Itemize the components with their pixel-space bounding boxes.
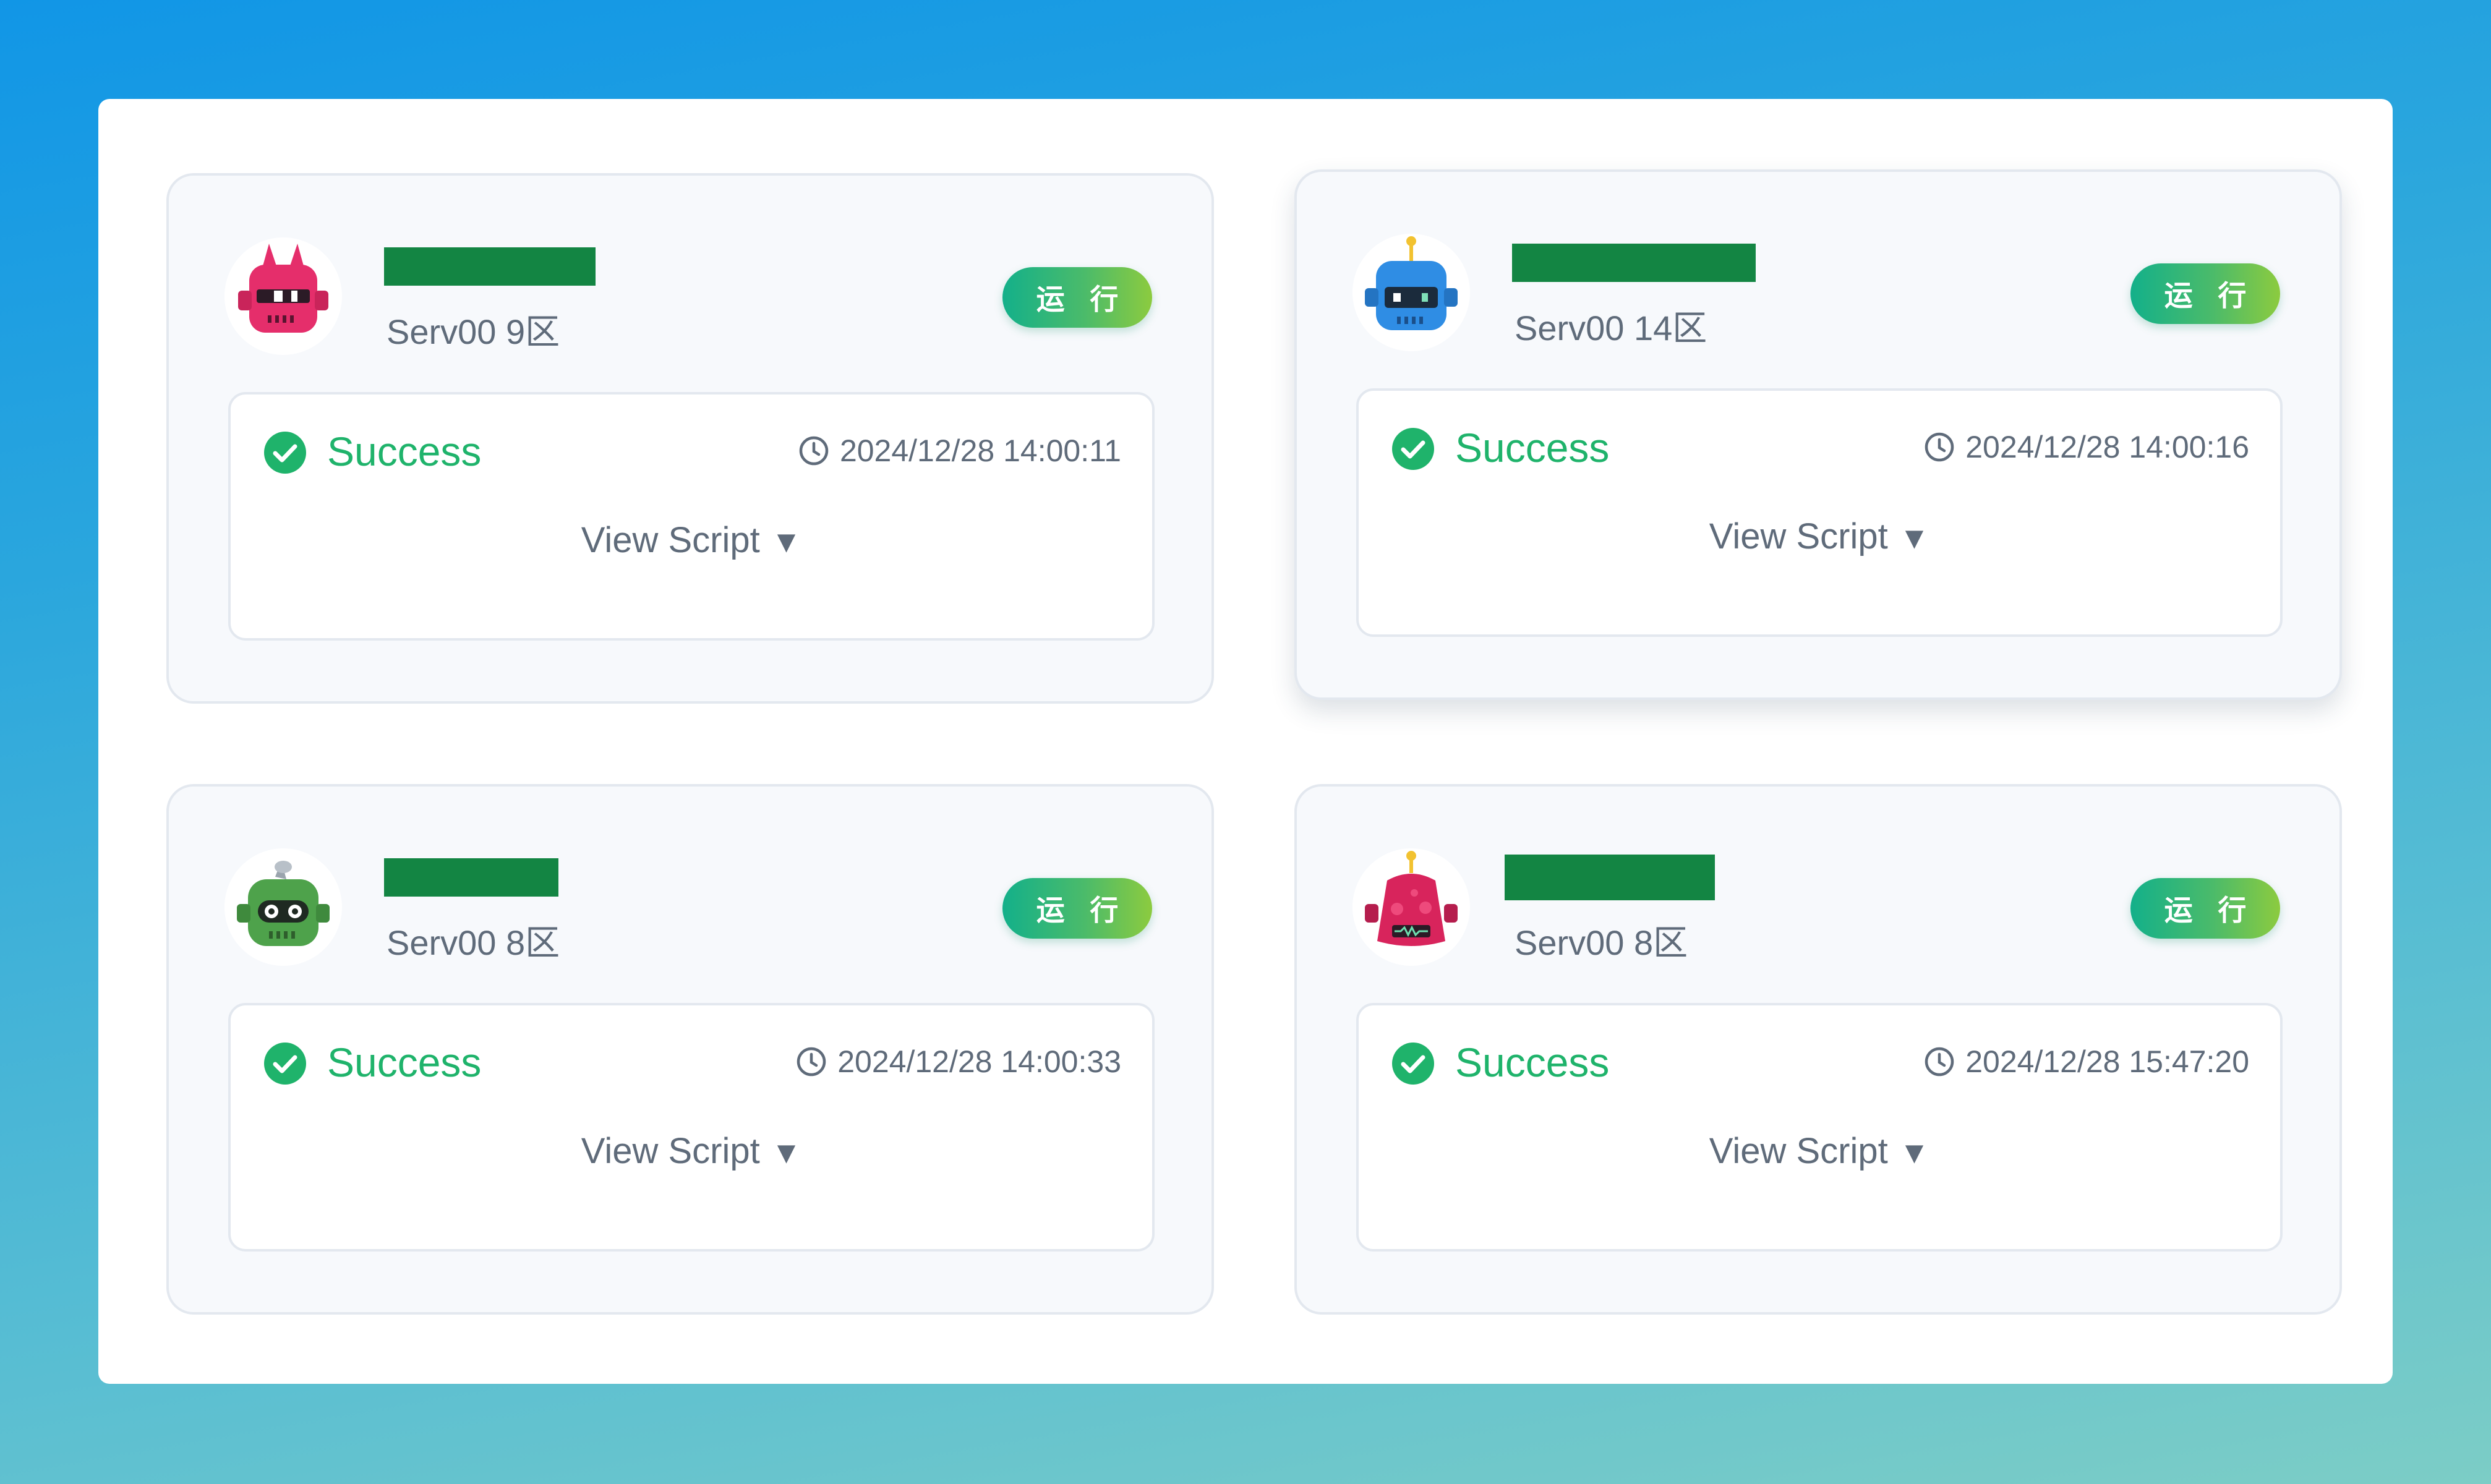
robot-avatar-icon <box>224 237 342 355</box>
server-label: Serv00 8区 <box>1515 923 1688 962</box>
redacted-name <box>1512 244 1756 282</box>
check-circle-icon <box>263 430 307 475</box>
robot-avatar-icon <box>1352 848 1470 966</box>
timestamp: 2024/12/28 14:00:11 <box>798 433 1121 469</box>
server-card: Serv00 9区 运 行 Success 2024/12/28 14:00:1… <box>166 173 1214 704</box>
clock-icon <box>798 435 830 467</box>
robot-avatar-icon <box>224 848 342 966</box>
run-button[interactable]: 运 行 <box>2130 878 2280 939</box>
main-panel: Serv00 9区 运 行 Success 2024/12/28 14:00:1… <box>98 99 2393 1384</box>
redacted-name <box>384 247 596 286</box>
caret-down-icon: ▼ <box>1899 1135 1930 1170</box>
check-circle-icon <box>263 1041 307 1086</box>
view-script-toggle[interactable]: View Script ▼ <box>1359 1130 2280 1172</box>
server-label: Serv00 14区 <box>1515 309 1707 348</box>
view-script-toggle[interactable]: View Script ▼ <box>231 519 1152 561</box>
status-text: Success <box>327 429 482 474</box>
run-button[interactable]: 运 行 <box>1002 267 1152 328</box>
server-label: Serv00 8区 <box>387 923 560 962</box>
timestamp: 2024/12/28 15:47:20 <box>1923 1044 2249 1080</box>
caret-down-icon: ▼ <box>1899 521 1930 555</box>
robot-avatar-icon <box>1352 234 1470 351</box>
view-script-label: View Script <box>1709 1131 1888 1171</box>
view-script-label: View Script <box>581 520 760 560</box>
server-card: Serv00 8区 运 行 Success 2024/12/28 14:00:3… <box>166 784 1214 1315</box>
caret-down-icon: ▼ <box>771 524 802 559</box>
view-script-toggle[interactable]: View Script ▼ <box>1359 516 2280 557</box>
timestamp-text: 2024/12/28 14:00:33 <box>837 1044 1121 1079</box>
server-card: Serv00 8区 运 行 Success 2024/12/28 15:47:2… <box>1294 784 2342 1315</box>
check-circle-icon <box>1391 1041 1435 1086</box>
run-button[interactable]: 运 行 <box>2130 263 2280 324</box>
timestamp-text: 2024/12/28 14:00:16 <box>1965 430 2249 464</box>
timestamp: 2024/12/28 14:00:33 <box>795 1044 1121 1080</box>
clock-icon <box>1923 1046 1955 1078</box>
status-text: Success <box>1455 425 1610 471</box>
status-box: Success 2024/12/28 15:47:20 View Script ▼ <box>1356 1003 2283 1252</box>
caret-down-icon: ▼ <box>771 1135 802 1170</box>
status-text: Success <box>1455 1039 1610 1085</box>
run-button[interactable]: 运 行 <box>1002 878 1152 939</box>
redacted-name <box>384 858 558 897</box>
view-script-label: View Script <box>581 1131 760 1171</box>
status-box: Success 2024/12/28 14:00:16 View Script ▼ <box>1356 388 2283 637</box>
timestamp-text: 2024/12/28 15:47:20 <box>1965 1044 2249 1079</box>
redacted-name <box>1505 855 1715 900</box>
status-text: Success <box>327 1039 482 1085</box>
clock-icon <box>1923 431 1955 463</box>
view-script-toggle[interactable]: View Script ▼ <box>231 1130 1152 1172</box>
server-card: Serv00 14区 运 行 Success 2024/12/28 14:00:… <box>1294 169 2342 700</box>
check-circle-icon <box>1391 427 1435 471</box>
status-box: Success 2024/12/28 14:00:11 View Script ▼ <box>228 392 1155 641</box>
timestamp: 2024/12/28 14:00:16 <box>1923 429 2249 465</box>
clock-icon <box>795 1046 827 1078</box>
server-label: Serv00 9区 <box>387 312 560 351</box>
view-script-label: View Script <box>1709 516 1888 556</box>
timestamp-text: 2024/12/28 14:00:11 <box>839 433 1121 468</box>
status-box: Success 2024/12/28 14:00:33 View Script ▼ <box>228 1003 1155 1252</box>
